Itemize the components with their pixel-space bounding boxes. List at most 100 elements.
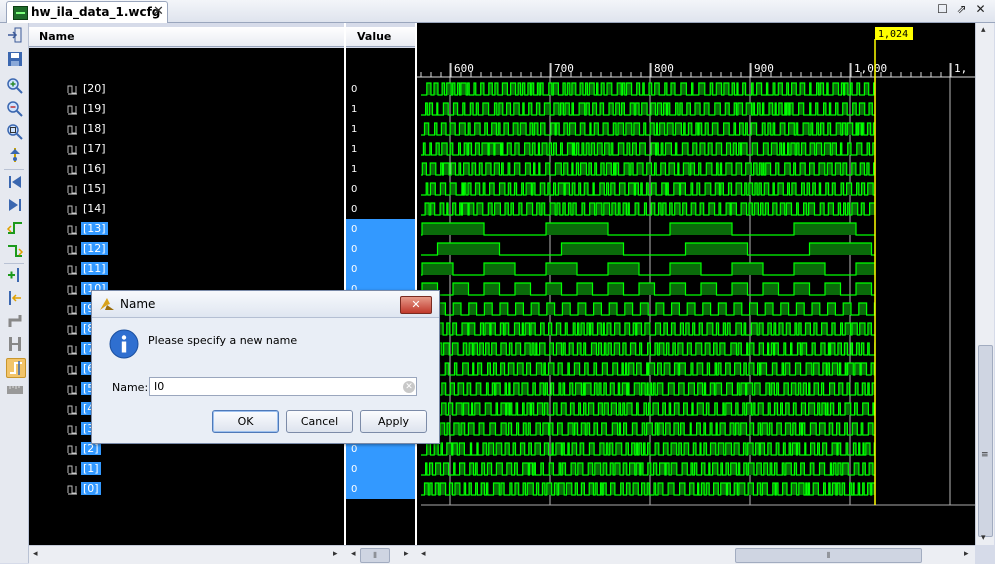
signal-value: 0: [351, 224, 358, 235]
previous-marker-icon[interactable]: [6, 289, 24, 307]
tab-hw-ila-data-1[interactable]: hw_ila_data_1.wcfg ✕: [6, 1, 168, 23]
floating-ruler-icon[interactable]: [6, 381, 24, 399]
signal-row[interactable]: [19]: [60, 99, 345, 119]
bus-bit-icon: [67, 145, 77, 155]
value-scroll-left-icon[interactable]: ◂: [351, 549, 356, 559]
value-column-header[interactable]: Value: [346, 27, 415, 47]
zoom-fit-icon[interactable]: [6, 123, 24, 141]
value-scroll-thumb[interactable]: ⦀: [360, 548, 390, 563]
signal-row[interactable]: [18]: [60, 119, 345, 139]
restore-icon[interactable]: ☐: [936, 3, 949, 16]
signal-row[interactable]: [17]: [60, 139, 345, 159]
signal-row[interactable]: [15]: [60, 179, 345, 199]
bus-bit-icon: [67, 285, 77, 295]
dialog-title-bar[interactable]: Name ✕: [92, 291, 439, 318]
tab-close-icon[interactable]: ✕: [153, 4, 164, 19]
swap-cursors-icon[interactable]: [6, 335, 24, 353]
scroll-up-icon[interactable]: ▴: [981, 25, 986, 35]
signal-row[interactable]: [0]: [60, 479, 345, 499]
cancel-button[interactable]: Cancel: [286, 410, 353, 433]
previous-transition-icon[interactable]: [6, 219, 24, 237]
snap-to-transition-icon[interactable]: [6, 358, 26, 378]
clear-input-icon[interactable]: ✕: [403, 381, 415, 393]
apply-button[interactable]: Apply: [360, 410, 427, 433]
wave-scroll-thumb[interactable]: ⦀: [735, 548, 922, 563]
scroll-down-icon[interactable]: ▾: [981, 533, 986, 543]
zoom-out-icon[interactable]: [6, 100, 24, 118]
signal-waveform-fill: [437, 243, 872, 255]
vertical-scrollbar[interactable]: ▴ ≡ ▾: [975, 23, 994, 545]
name-scroll-left-icon[interactable]: ◂: [33, 549, 38, 559]
signal-name: [13]: [81, 222, 108, 235]
signal-row[interactable]: [20]: [60, 79, 345, 99]
signal-value-cell[interactable]: 0: [346, 459, 415, 479]
signal-value-cell[interactable]: 0: [346, 179, 415, 199]
zoom-in-icon[interactable]: [6, 77, 24, 95]
save-icon[interactable]: [6, 50, 24, 68]
signal-value: 0: [351, 464, 358, 475]
bus-bit-icon: [67, 305, 77, 315]
import-icon[interactable]: [6, 26, 24, 44]
waveform-canvas[interactable]: 600 700 800 900 1,000 1, 1,024: [417, 23, 975, 545]
bus-bit-icon: [67, 365, 77, 375]
rename-dialog: Name ✕ Please specify a new name Name: ✕…: [91, 290, 440, 444]
cursor-icon[interactable]: [6, 146, 24, 164]
signal-value-cell[interactable]: 1: [346, 119, 415, 139]
signal-value-cell[interactable]: 0: [346, 199, 415, 219]
wave-scroll-left-icon[interactable]: ◂: [421, 549, 426, 559]
ruler-tick-label: 800: [654, 62, 674, 75]
bus-bit-icon: [67, 465, 77, 475]
signal-value-cell[interactable]: 0: [346, 479, 415, 499]
vertical-scroll-thumb[interactable]: [978, 345, 993, 537]
signal-waveform-fill: [425, 103, 873, 115]
signal-name: [0]: [81, 482, 101, 495]
signal-row[interactable]: [12]: [60, 239, 345, 259]
signal-waveform-fill: [423, 143, 875, 155]
wave-scroll-grip-icon: ⦀: [826, 551, 831, 560]
signal-waveform: [421, 82, 875, 96]
signal-value-cell[interactable]: 0: [346, 219, 415, 239]
ruler-tick-label: 700: [554, 62, 574, 75]
signal-row[interactable]: [14]: [60, 199, 345, 219]
go-to-start-icon[interactable]: [6, 173, 24, 191]
dialog-close-button[interactable]: ✕: [400, 296, 432, 314]
signal-row[interactable]: [11]: [60, 259, 345, 279]
bus-bit-icon: [67, 205, 77, 215]
ok-button[interactable]: OK: [212, 410, 279, 433]
go-to-end-icon[interactable]: [6, 196, 24, 214]
signal-name: [1]: [81, 462, 101, 475]
close-view-icon[interactable]: ✕: [974, 3, 987, 16]
signal-value: 0: [351, 264, 358, 275]
signal-value: 0: [351, 204, 358, 215]
value-scroll-grip-icon: ⦀: [373, 551, 377, 560]
signal-row[interactable]: [16]: [60, 159, 345, 179]
bus-bit-icon: [67, 265, 77, 275]
name-column-header[interactable]: Name: [29, 27, 344, 47]
signal-waveform-fill: [422, 283, 872, 295]
signal-value-cell[interactable]: 0: [346, 79, 415, 99]
signal-value-cell[interactable]: 1: [346, 99, 415, 119]
waveform-toolbar: [0, 23, 29, 563]
bus-bit-icon: [67, 85, 77, 95]
name-scroll-right-icon[interactable]: ▸: [333, 549, 338, 559]
value-scroll-right-icon[interactable]: ▸: [404, 549, 409, 559]
add-marker-icon[interactable]: [6, 266, 24, 284]
signal-value: 0: [351, 84, 358, 95]
signal-value-cell[interactable]: 1: [346, 139, 415, 159]
signal-waveform-fill: [422, 223, 856, 235]
waveform-pane[interactable]: 600 700 800 900 1,000 1, 1,024: [417, 23, 975, 545]
signal-name: [18]: [83, 122, 106, 135]
signal-value-cell[interactable]: 1: [346, 159, 415, 179]
wave-scroll-right-icon[interactable]: ▸: [964, 549, 969, 559]
signal-row[interactable]: [13]: [60, 219, 345, 239]
name-input[interactable]: [149, 377, 417, 396]
signal-value: 0: [351, 444, 358, 455]
next-marker-icon[interactable]: [6, 312, 24, 330]
next-transition-icon[interactable]: [6, 242, 24, 260]
signal-value-cell[interactable]: 0: [346, 259, 415, 279]
signal-value-cell[interactable]: 0: [346, 239, 415, 259]
float-icon[interactable]: ⇗: [955, 3, 968, 16]
signal-name: [17]: [83, 142, 106, 155]
signal-row[interactable]: [1]: [60, 459, 345, 479]
dialog-message: Please specify a new name: [148, 334, 298, 347]
